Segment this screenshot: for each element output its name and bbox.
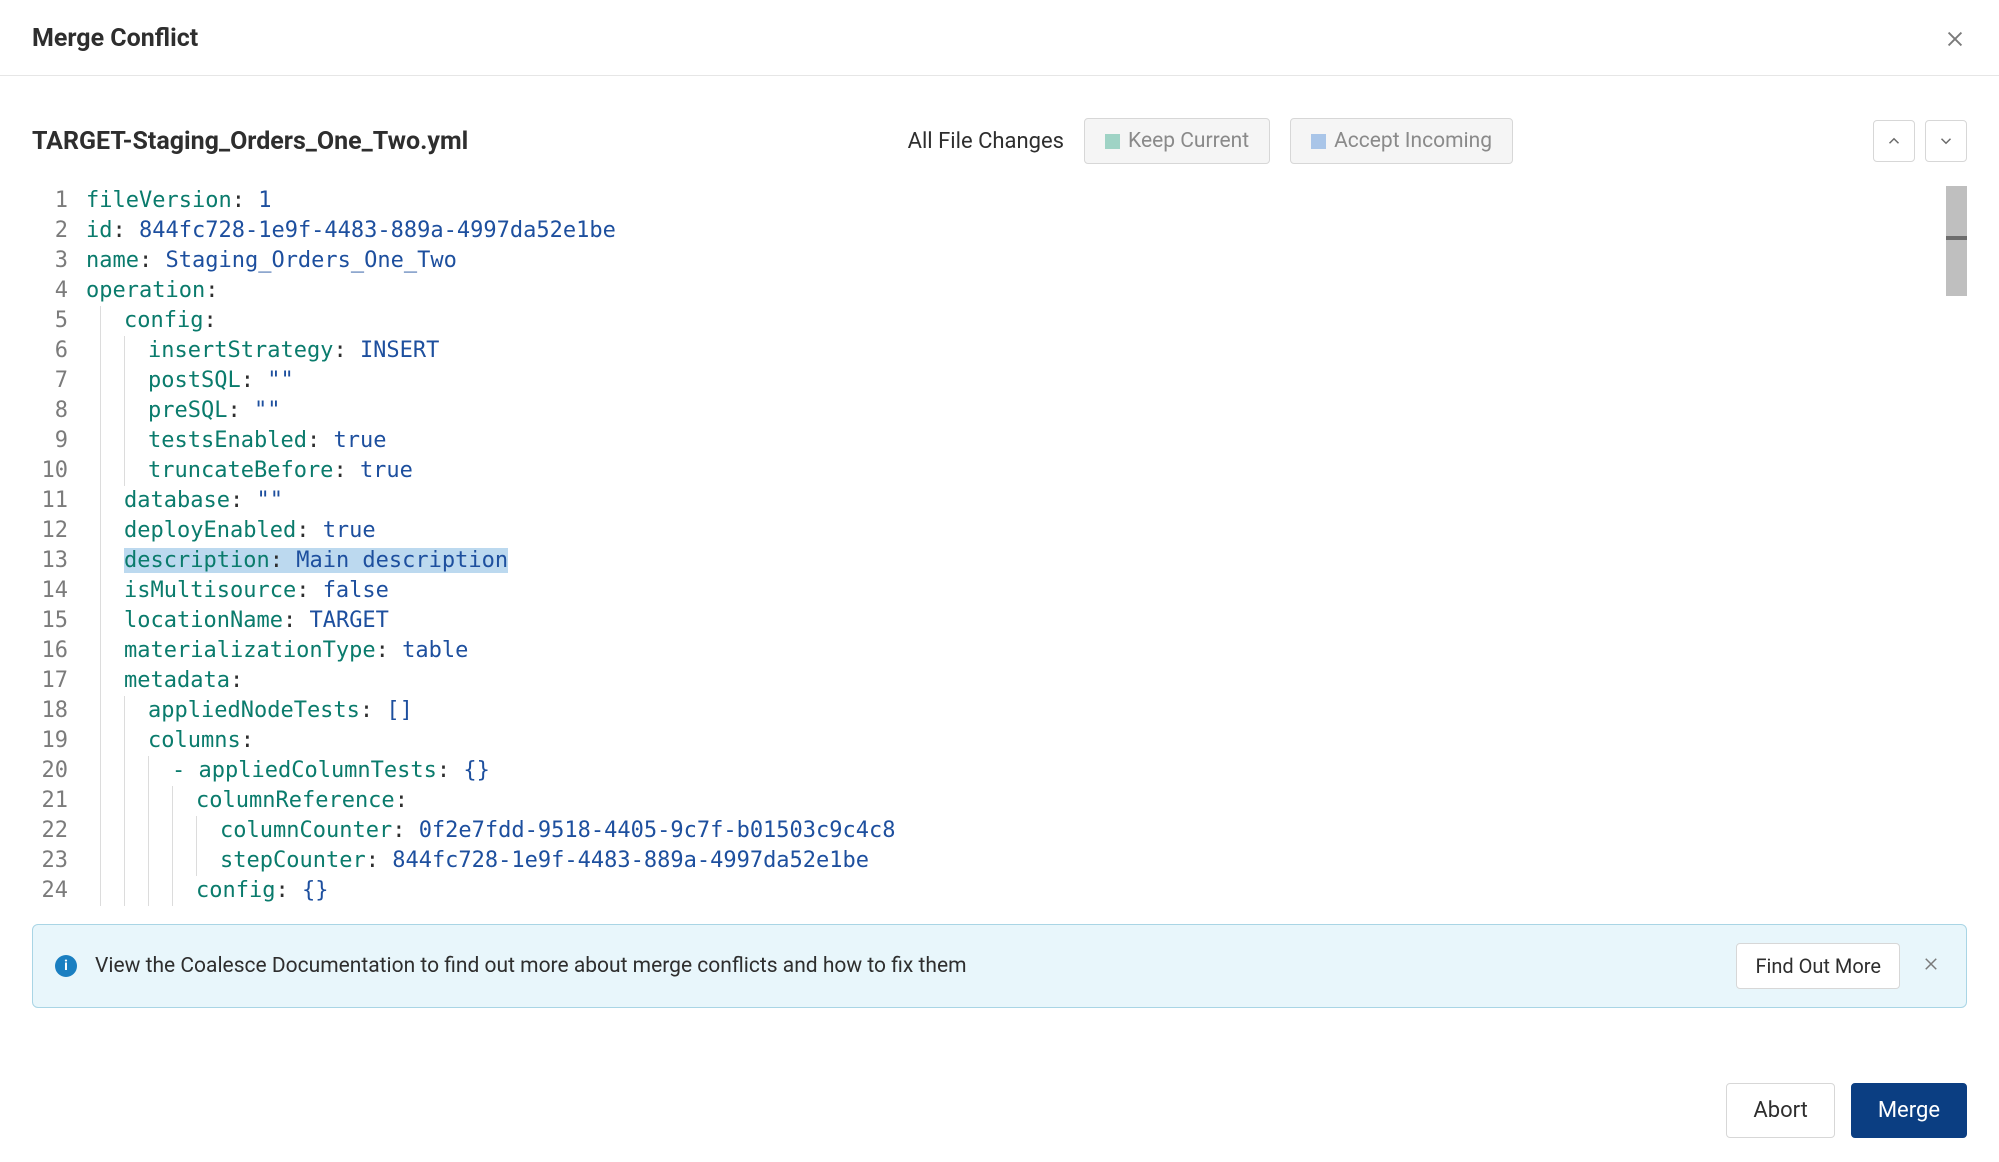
banner-close-icon[interactable] (1918, 951, 1944, 981)
conflict-nav (1873, 120, 1967, 162)
code-line: 21columnReference: (32, 786, 1967, 816)
code-line: 7postSQL: "" (32, 366, 1967, 396)
line-number: 3 (32, 246, 86, 276)
file-toolbar: TARGET-Staging_Orders_One_Two.yml All Fi… (0, 76, 1999, 182)
line-number: 16 (32, 636, 86, 666)
keep-current-button[interactable]: Keep Current (1084, 118, 1270, 164)
code-line: 18appliedNodeTests: [] (32, 696, 1967, 726)
line-number: 2 (32, 216, 86, 246)
abort-button[interactable]: Abort (1726, 1083, 1834, 1138)
keep-current-swatch-icon (1105, 134, 1120, 149)
code-content: stepCounter: 844fc728-1e9f-4483-889a-499… (86, 846, 1967, 876)
code-line: 2id: 844fc728-1e9f-4483-889a-4997da52e1b… (32, 216, 1967, 246)
code-line: 19columns: (32, 726, 1967, 756)
code-content: truncateBefore: true (86, 456, 1967, 486)
code-content: config: (86, 306, 1967, 336)
code-line: 13description: Main description (32, 546, 1967, 576)
modal-header: Merge Conflict (0, 0, 1999, 76)
code-content: id: 844fc728-1e9f-4483-889a-4997da52e1be (86, 216, 1967, 246)
line-number: 10 (32, 456, 86, 486)
line-number: 9 (32, 426, 86, 456)
line-number: 18 (32, 696, 86, 726)
help-banner: i View the Coalesce Documentation to fin… (32, 924, 1967, 1008)
find-out-more-button[interactable]: Find Out More (1736, 943, 1900, 989)
line-number: 23 (32, 846, 86, 876)
code-content: metadata: (86, 666, 1967, 696)
line-number: 15 (32, 606, 86, 636)
code-content: operation: (86, 276, 1967, 306)
code-content: description: Main description (86, 546, 1967, 576)
code-line: 1fileVersion: 1 (32, 186, 1967, 216)
code-line: 11database: "" (32, 486, 1967, 516)
info-icon: i (55, 955, 77, 977)
code-content: deployEnabled: true (86, 516, 1967, 546)
code-line: 15locationName: TARGET (32, 606, 1967, 636)
line-number: 19 (32, 726, 86, 756)
line-number: 4 (32, 276, 86, 306)
code-content: columns: (86, 726, 1967, 756)
code-content: locationName: TARGET (86, 606, 1967, 636)
help-banner-text: View the Coalesce Documentation to find … (95, 954, 1718, 978)
accept-incoming-button[interactable]: Accept Incoming (1290, 118, 1513, 164)
conflict-controls: All File Changes Keep Current Accept Inc… (908, 118, 1513, 164)
code-content: preSQL: "" (86, 396, 1967, 426)
code-line: 16materializationType: table (32, 636, 1967, 666)
line-number: 14 (32, 576, 86, 606)
code-line: 24config: {} (32, 876, 1967, 906)
line-number: 8 (32, 396, 86, 426)
code-content: postSQL: "" (86, 366, 1967, 396)
line-number: 7 (32, 366, 86, 396)
code-content: database: "" (86, 486, 1967, 516)
code-content: columnCounter: 0f2e7fdd-9518-4405-9c7f-b… (86, 816, 1967, 846)
code-line: 20- appliedColumnTests: {} (32, 756, 1967, 786)
line-number: 20 (32, 756, 86, 786)
line-number: 17 (32, 666, 86, 696)
code-content: isMultisource: false (86, 576, 1967, 606)
line-number: 1 (32, 186, 86, 216)
scroll-marker (1946, 236, 1967, 240)
code-content: config: {} (86, 876, 1967, 906)
code-line: 17metadata: (32, 666, 1967, 696)
modal-title: Merge Conflict (32, 24, 198, 53)
line-number: 21 (32, 786, 86, 816)
prev-conflict-button[interactable] (1873, 120, 1915, 162)
line-number: 24 (32, 876, 86, 906)
code-line: 3name: Staging_Orders_One_Two (32, 246, 1967, 276)
code-content: appliedNodeTests: [] (86, 696, 1967, 726)
close-icon[interactable] (1943, 27, 1967, 51)
vertical-scrollbar[interactable] (1946, 186, 1967, 296)
code-line: 12deployEnabled: true (32, 516, 1967, 546)
code-content: insertStrategy: INSERT (86, 336, 1967, 366)
code-content: fileVersion: 1 (86, 186, 1967, 216)
line-number: 13 (32, 546, 86, 576)
accept-incoming-swatch-icon (1311, 134, 1326, 149)
next-conflict-button[interactable] (1925, 120, 1967, 162)
code-content: testsEnabled: true (86, 426, 1967, 456)
code-line: 22columnCounter: 0f2e7fdd-9518-4405-9c7f… (32, 816, 1967, 846)
accept-incoming-label: Accept Incoming (1334, 129, 1492, 153)
code-content: columnReference: (86, 786, 1967, 816)
code-line: 9testsEnabled: true (32, 426, 1967, 456)
keep-current-label: Keep Current (1128, 129, 1249, 153)
code-content: materializationType: table (86, 636, 1967, 666)
code-line: 5config: (32, 306, 1967, 336)
line-number: 6 (32, 336, 86, 366)
line-number: 22 (32, 816, 86, 846)
code-content: - appliedColumnTests: {} (86, 756, 1967, 786)
code-content: name: Staging_Orders_One_Two (86, 246, 1967, 276)
code-line: 14isMultisource: false (32, 576, 1967, 606)
code-line: 23stepCounter: 844fc728-1e9f-4483-889a-4… (32, 846, 1967, 876)
modal-footer: Abort Merge (1726, 1083, 1967, 1138)
code-line: 8preSQL: "" (32, 396, 1967, 426)
line-number: 11 (32, 486, 86, 516)
code-line: 4operation: (32, 276, 1967, 306)
line-number: 5 (32, 306, 86, 336)
line-number: 12 (32, 516, 86, 546)
code-line: 10truncateBefore: true (32, 456, 1967, 486)
code-editor[interactable]: 1fileVersion: 12id: 844fc728-1e9f-4483-8… (32, 182, 1967, 908)
all-file-changes-label: All File Changes (908, 129, 1064, 154)
file-name: TARGET-Staging_Orders_One_Two.yml (32, 127, 468, 156)
merge-button[interactable]: Merge (1851, 1083, 1967, 1138)
code-line: 6insertStrategy: INSERT (32, 336, 1967, 366)
